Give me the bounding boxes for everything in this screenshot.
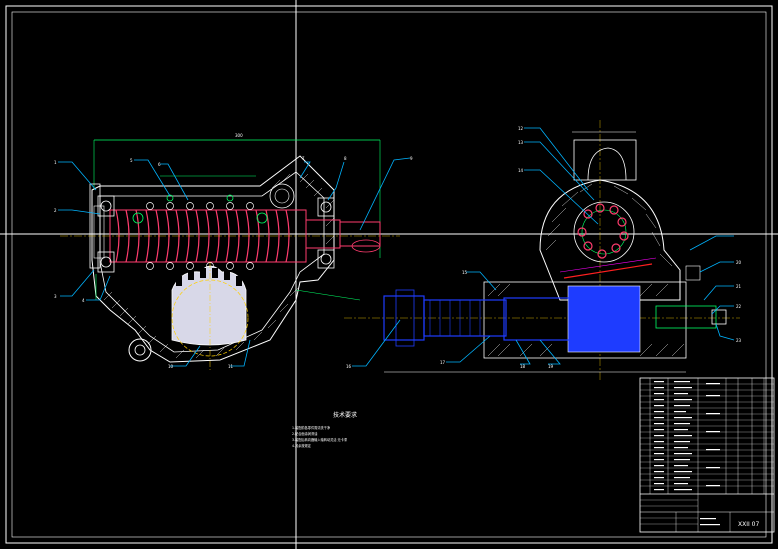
notes-title: 技术要求 — [333, 411, 357, 419]
svg-text:18: 18 — [520, 364, 526, 369]
technical-requirements: 技术要求 1.装配前各零件需清洗干净 2.配合面涂润滑油 3.装配后转向器输入轴… — [292, 411, 357, 448]
svg-text:300: 300 — [235, 133, 243, 138]
parts-list-text — [654, 381, 720, 526]
svg-text:19: 19 — [548, 364, 554, 369]
svg-text:4: 4 — [82, 298, 85, 303]
svg-text:3: 3 — [54, 294, 57, 299]
svg-text:1: 1 — [54, 160, 57, 165]
notes-line-2: 2.配合面涂润滑油 — [292, 431, 317, 436]
notes-line-1: 1.装配前各零件需清洗干净 — [292, 425, 331, 430]
sheet-inner-border — [11, 11, 767, 538]
svg-text:20: 20 — [736, 260, 742, 265]
svg-text:8: 8 — [344, 156, 347, 161]
svg-text:14: 14 — [518, 168, 524, 173]
svg-text:15: 15 — [462, 270, 468, 275]
svg-text:9: 9 — [410, 156, 413, 161]
svg-text:13: 13 — [518, 140, 524, 145]
svg-text:2: 2 — [54, 208, 57, 213]
svg-text:10: 10 — [168, 364, 174, 369]
svg-text:16: 16 — [346, 364, 352, 369]
svg-text:22: 22 — [736, 304, 742, 309]
svg-text:5: 5 — [130, 158, 133, 163]
svg-text:21: 21 — [736, 284, 742, 289]
sheet-outer-border — [5, 5, 773, 544]
svg-text:17: 17 — [440, 360, 446, 365]
notes-line-4: 4.其余按规定 — [292, 443, 312, 448]
notes-line-3: 3.装配后转向器输入轴转动灵活 无卡滞 — [292, 437, 348, 442]
svg-text:12: 12 — [518, 126, 524, 131]
left-section-view: 300 123 456 7 8 9 10 11 — [54, 133, 413, 372]
svg-text:23: 23 — [736, 338, 742, 343]
svg-text:11: 11 — [228, 364, 234, 369]
title-block-drawing-number: XXII 07 — [738, 521, 759, 528]
title-block — [639, 377, 775, 533]
svg-text:6: 6 — [158, 162, 161, 167]
drawing-canvas: 300 123 456 7 8 9 10 11 121314 151617 18… — [0, 0, 778, 549]
